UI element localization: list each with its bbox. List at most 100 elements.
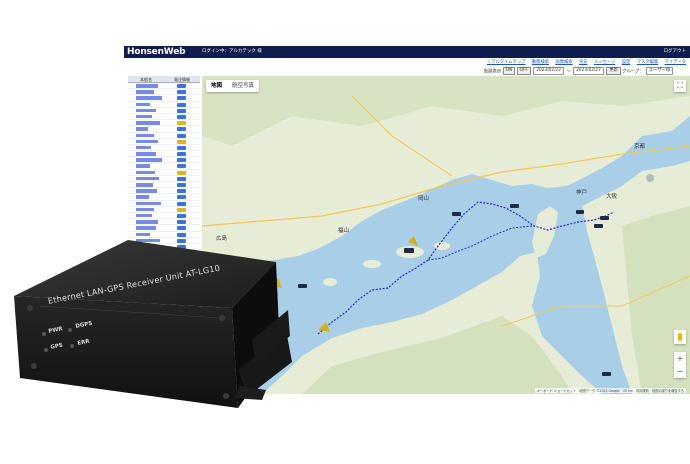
order-status-badge[interactable] — [170, 219, 200, 225]
ship-name-redacted — [128, 244, 170, 249]
order-status-badge[interactable] — [170, 281, 200, 286]
order-status-badge[interactable] — [170, 269, 200, 274]
nav-master-edit[interactable]: マスタ編集 — [637, 60, 658, 65]
map-view[interactable]: 京都 大阪 神戸 岡山 広島 福山 — [202, 76, 690, 394]
order-status-badge[interactable] — [170, 250, 200, 256]
ship-name-redacted — [128, 269, 170, 274]
order-status-badge[interactable] — [170, 139, 200, 144]
ship-name-redacted — [128, 176, 170, 181]
order-status-badge[interactable] — [170, 145, 200, 150]
order-status-badge[interactable] — [170, 176, 200, 181]
order-status-badge[interactable] — [170, 312, 200, 317]
order-status-badge[interactable] — [170, 225, 200, 231]
date-from-select[interactable]: 2023/02/22 — [533, 67, 565, 75]
ship-name-redacted — [128, 182, 170, 187]
logout-link[interactable]: ログアウト — [664, 46, 687, 58]
order-status-badge[interactable] — [170, 256, 200, 262]
order-status-badge[interactable] — [170, 337, 200, 342]
order-status-badge[interactable] — [170, 244, 200, 249]
ship-name-redacted — [128, 151, 170, 156]
fullscreen-icon[interactable]: ⛶ — [674, 80, 686, 92]
order-status-badge[interactable] — [170, 188, 200, 194]
order-status-badge[interactable] — [170, 207, 200, 212]
ship-name-redacted — [128, 145, 170, 150]
ship-name-redacted — [128, 95, 170, 100]
ship-name-redacted — [128, 306, 170, 311]
order-status-badge[interactable] — [170, 318, 200, 324]
order-status-badge[interactable] — [170, 238, 200, 243]
map-attribution: キーボード ショートカット 地図データ ©2023 Google 20 km 利… — [534, 388, 686, 393]
ship-name-redacted — [128, 293, 170, 298]
nav-image-search[interactable]: 画像検索 — [555, 60, 572, 65]
ship-name-redacted — [128, 163, 170, 168]
zoom-in-button[interactable]: + — [674, 352, 686, 365]
nav-track-search[interactable]: 動態検索 — [532, 60, 549, 65]
order-status-badge[interactable] — [170, 157, 200, 163]
order-status-badge[interactable] — [170, 324, 200, 330]
nav-settings[interactable]: 設定 — [622, 60, 631, 65]
ship-name-redacted — [128, 281, 170, 286]
order-status-badge[interactable] — [170, 262, 200, 268]
order-status-badge[interactable] — [170, 83, 200, 88]
ship-name-redacted — [128, 219, 170, 224]
order-status-badge[interactable] — [170, 120, 200, 126]
street-view-pegman-icon[interactable] — [674, 330, 686, 344]
nav-message[interactable]: メッセージ — [594, 60, 615, 65]
ship-name-redacted — [128, 83, 170, 88]
order-status-badge[interactable] — [170, 151, 200, 157]
order-status-badge[interactable] — [170, 293, 200, 299]
tab-map[interactable]: 地図 — [206, 80, 227, 92]
ship-list-rows — [128, 83, 200, 356]
order-status-badge[interactable] — [170, 102, 200, 107]
ship-name-redacted — [128, 213, 170, 218]
group-select[interactable]: ユーザー毎 — [645, 67, 674, 75]
order-status-badge[interactable] — [170, 89, 200, 95]
order-status-badge[interactable] — [170, 126, 200, 132]
led-dgps-label: DGPS — [75, 320, 93, 330]
order-status-badge[interactable] — [170, 108, 200, 113]
track-off-button[interactable]: OFF — [516, 67, 531, 75]
date-to-select[interactable]: 2023/02/27 — [573, 67, 604, 75]
order-status-badge[interactable] — [170, 331, 200, 336]
tab-satellite[interactable]: 航空写真 — [227, 80, 259, 92]
order-status-badge[interactable] — [170, 306, 200, 311]
ship-list-table: 本船名 発注情報 — [128, 76, 200, 394]
map-label-hiroshima: 広島 — [216, 236, 228, 242]
ship-name-redacted — [128, 250, 170, 255]
nav-realtime-map[interactable]: リアルタイムマップ — [487, 60, 526, 65]
map-label-osaka: 大阪 — [606, 194, 618, 200]
ship-name-redacted — [128, 89, 170, 94]
order-status-badge[interactable] — [170, 194, 200, 200]
track-on-button[interactable]: ON — [502, 67, 516, 75]
ship-name-redacted — [128, 312, 170, 317]
led-err-label: ERR — [77, 338, 91, 347]
ship-name-redacted — [128, 188, 170, 193]
zoom-out-button[interactable]: − — [674, 365, 686, 378]
ship-name-redacted — [128, 300, 170, 305]
order-status-badge[interactable] — [170, 170, 200, 175]
map-canvas — [202, 76, 690, 394]
order-status-badge[interactable] — [170, 163, 200, 169]
order-status-badge[interactable] — [170, 213, 200, 218]
update-button[interactable]: 更新 — [606, 67, 621, 75]
order-status-badge[interactable] — [170, 182, 200, 187]
order-status-badge[interactable] — [170, 133, 200, 138]
order-status-badge[interactable] — [170, 232, 200, 237]
nav-weather[interactable]: 天気 — [579, 60, 588, 65]
ship-name-redacted — [128, 324, 170, 329]
order-status-badge[interactable] — [170, 95, 200, 101]
order-status-badge[interactable] — [170, 114, 200, 119]
order-status-badge[interactable] — [170, 201, 200, 206]
led-gps-label: GPS — [50, 342, 64, 351]
login-status: ログイン中：アルカテック 様 — [202, 49, 262, 54]
order-status-badge[interactable] — [170, 287, 200, 293]
order-status-badge[interactable] — [170, 343, 200, 348]
order-status-badge[interactable] — [170, 275, 200, 280]
brand-logo: HonsenWeb — [127, 47, 186, 57]
order-status-badge[interactable] — [170, 300, 200, 305]
ship-list-row[interactable] — [128, 349, 200, 356]
ship-name-redacted — [128, 318, 170, 323]
product-composite: HonsenWeb ログイン中：アルカテック 様 ログアウト リアルタイムマップ… — [0, 0, 690, 464]
nav-my-data[interactable]: マイデータ — [665, 60, 686, 65]
order-status-badge[interactable] — [170, 349, 200, 355]
